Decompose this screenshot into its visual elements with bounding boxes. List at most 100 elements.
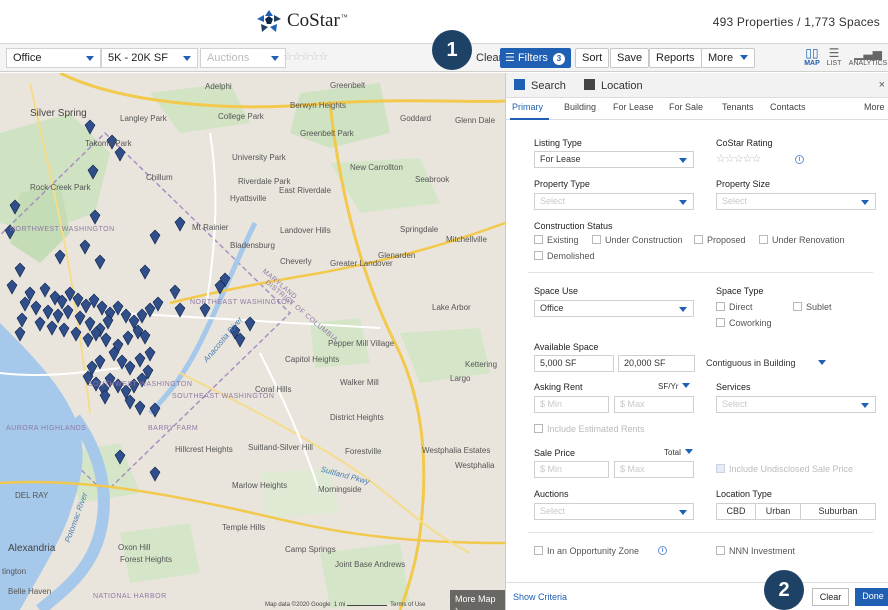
tab-location[interactable]: Location [584, 79, 643, 92]
clear-button[interactable]: Clear [812, 588, 849, 606]
property-marker[interactable] [58, 322, 70, 338]
property-marker[interactable] [14, 262, 26, 278]
subtab-for-lease[interactable]: For Lease [613, 102, 654, 112]
property-marker[interactable] [52, 308, 64, 324]
services-select[interactable]: Select [716, 396, 876, 413]
rent-unit-select[interactable]: SF/Yr [658, 382, 691, 391]
property-marker[interactable] [39, 282, 51, 298]
location-type-label: Location Type [716, 489, 772, 499]
property-map[interactable]: Adelphi Greenbelt Silver Spring Langley … [0, 73, 505, 610]
checkbox-coworking[interactable]: Coworking [716, 318, 772, 328]
space-use-select[interactable]: Office [534, 300, 694, 317]
property-marker[interactable] [6, 279, 18, 295]
property-marker[interactable] [114, 146, 126, 162]
property-marker[interactable] [19, 296, 31, 312]
subtab-for-sale[interactable]: For Sale [669, 102, 703, 112]
location-urban[interactable]: Urban [755, 503, 801, 520]
subtab-tenants[interactable]: Tenants [722, 102, 754, 112]
property-marker[interactable] [54, 249, 66, 265]
property-marker[interactable] [124, 360, 136, 376]
show-criteria-link[interactable]: Show Criteria [513, 592, 567, 602]
property-marker[interactable] [244, 316, 256, 332]
checkbox-estimated-rents[interactable]: Include Estimated Rents [534, 424, 645, 434]
property-marker[interactable] [14, 326, 26, 342]
asking-rent-label: Asking Rent [534, 382, 583, 392]
property-size-select[interactable]: Select [716, 193, 876, 210]
property-marker[interactable] [144, 346, 156, 362]
property-marker[interactable] [30, 300, 42, 316]
property-marker[interactable] [84, 316, 96, 332]
property-marker[interactable] [100, 332, 112, 348]
sale-price-max[interactable]: $ Max [614, 461, 694, 478]
sort-button[interactable]: Sort [575, 48, 610, 68]
callout-badge-1: 1 [432, 30, 472, 70]
property-marker[interactable] [16, 312, 28, 328]
property-marker[interactable] [82, 332, 94, 348]
tab-search[interactable]: Search [514, 79, 566, 92]
checkbox-nnn-investment[interactable]: NNN Investment [716, 546, 795, 556]
property-marker[interactable] [122, 330, 134, 346]
location-cbd[interactable]: CBD [716, 503, 756, 520]
auctions-dropdown[interactable]: Auctions [200, 48, 286, 68]
rating-stars[interactable]: ☆☆☆☆☆ [283, 50, 328, 63]
subtab-more[interactable]: More [864, 102, 885, 112]
property-type-dropdown[interactable]: Office [6, 48, 101, 68]
clear-link[interactable]: Clear [476, 52, 502, 64]
property-marker[interactable] [62, 304, 74, 320]
info-icon[interactable]: i [658, 546, 667, 555]
done-button[interactable]: Done [855, 588, 888, 606]
property-marker[interactable] [149, 466, 161, 482]
close-icon[interactable]: × [879, 79, 885, 91]
checkbox-under-renovation[interactable]: Under Renovation [759, 235, 845, 245]
property-marker[interactable] [174, 302, 186, 318]
checkbox-demolished[interactable]: Demolished [534, 251, 595, 261]
save-button[interactable]: Save [610, 48, 650, 68]
checkbox-undisclosed-price[interactable]: Include Undisclosed Sale Price [716, 464, 853, 474]
property-marker[interactable] [134, 352, 146, 368]
listing-type-label: Listing Type [534, 138, 582, 148]
property-marker[interactable] [169, 284, 181, 300]
subtab-building[interactable]: Building [564, 102, 596, 112]
sale-unit-select[interactable]: Total [664, 448, 693, 457]
size-range-dropdown[interactable]: 5K - 20K SF [101, 48, 198, 68]
location-suburban[interactable]: Suburban [800, 503, 876, 520]
asking-rent-min[interactable]: $ Min [534, 396, 609, 413]
property-marker[interactable] [139, 264, 151, 280]
filters-button[interactable]: ☰ Filters 3 [500, 48, 571, 68]
costar-logo[interactable]: CoStar™ [257, 10, 348, 32]
sale-price-min[interactable]: $ Min [534, 461, 609, 478]
property-marker[interactable] [94, 254, 106, 270]
more-button[interactable]: More [701, 48, 756, 68]
property-marker[interactable] [79, 239, 91, 255]
checkbox-proposed[interactable]: Proposed [694, 235, 746, 245]
reports-button[interactable]: Reports [649, 48, 702, 68]
available-space-max[interactable]: 20,000 SF [618, 355, 695, 372]
property-marker[interactable] [42, 304, 54, 320]
more-map-button[interactable]: More Map › [450, 590, 505, 610]
checkbox-under-construction[interactable]: Under Construction [592, 235, 683, 245]
checkbox-sublet[interactable]: Sublet [793, 302, 832, 312]
info-icon[interactable]: i [795, 155, 804, 164]
property-marker[interactable] [80, 298, 92, 314]
asking-rent-max[interactable]: $ Max [614, 396, 694, 413]
map-view-tab[interactable]: ▯▯ MAP [801, 47, 823, 68]
costar-rating-stars[interactable]: ☆☆☆☆☆ [716, 152, 761, 165]
terms-link[interactable]: Terms of Use [390, 602, 425, 608]
list-view-tab[interactable]: ☰ LIST [823, 47, 845, 68]
contiguous-select[interactable]: Contiguous in Building [706, 358, 826, 368]
property-marker[interactable] [134, 400, 146, 416]
available-space-min[interactable]: 5,000 SF [534, 355, 614, 372]
checkbox-direct[interactable]: Direct [716, 302, 753, 312]
property-marker[interactable] [34, 316, 46, 332]
property-marker[interactable] [149, 229, 161, 245]
subtab-contacts[interactable]: Contacts [770, 102, 806, 112]
checkbox-opportunity-zone[interactable]: In an Opportunity Zone [534, 546, 639, 556]
auctions-select[interactable]: Select [534, 503, 694, 520]
subtab-primary[interactable]: Primary [512, 102, 543, 112]
checkbox-existing[interactable]: Existing [534, 235, 579, 245]
property-marker[interactable] [46, 320, 58, 336]
property-marker[interactable] [174, 216, 186, 232]
listing-type-select[interactable]: For Lease [534, 151, 694, 168]
property-type-select[interactable]: Select [534, 193, 694, 210]
analytics-view-tab[interactable]: ▁▃▅ ANALYTICS [848, 47, 888, 67]
